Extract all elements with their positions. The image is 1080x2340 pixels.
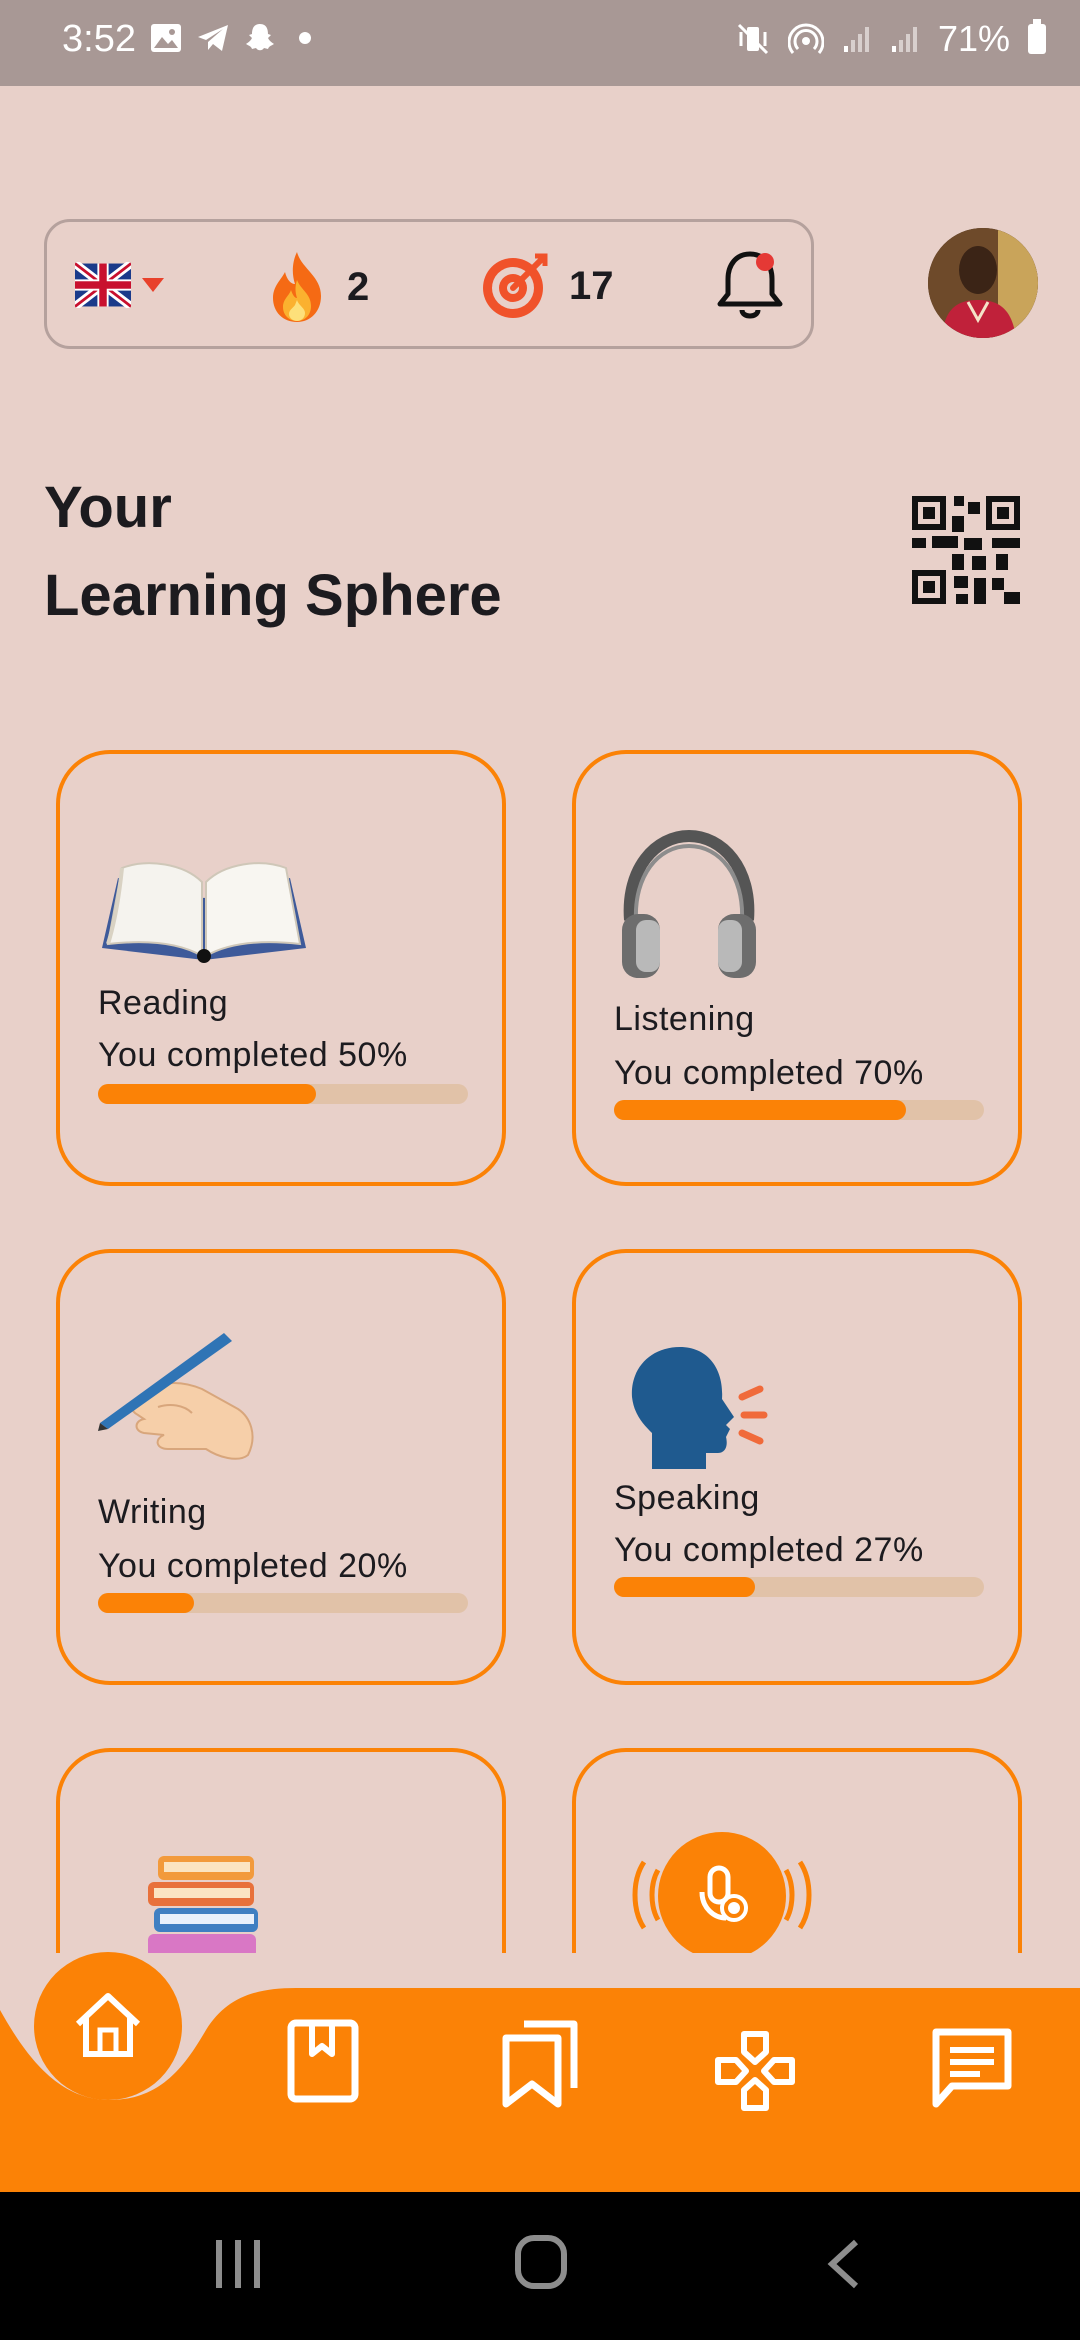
gallery-icon	[151, 24, 181, 52]
status-bar: 3:52 71%	[0, 0, 1080, 86]
vocabulary-card[interactable]	[56, 1748, 506, 1953]
target-icon	[483, 253, 548, 318]
notification-dot	[756, 253, 774, 271]
target-stat[interactable]: 17	[479, 250, 614, 322]
user-photo	[928, 228, 1038, 338]
card-title: Listening	[614, 1000, 755, 1038]
system-navigation-bar	[0, 2192, 1080, 2340]
progress-fill	[614, 1100, 907, 1120]
games-icon	[715, 2031, 795, 2111]
card-progress-text: You completed 20%	[98, 1547, 408, 1585]
chat-icon	[932, 2028, 1012, 2108]
system-home-icon[interactable]	[514, 2234, 568, 2290]
language-selector[interactable]	[75, 262, 165, 308]
home-icon	[75, 1993, 141, 2057]
telegram-icon	[198, 25, 228, 51]
fire-icon	[273, 252, 321, 322]
avatar[interactable]	[928, 228, 1038, 338]
book-icon	[287, 2019, 359, 2103]
card-title: Reading	[98, 984, 229, 1022]
progress-bar	[614, 1100, 984, 1120]
nav-games-button[interactable]	[714, 2030, 796, 2117]
reading-card[interactable]: Reading You completed 50%	[56, 750, 506, 1186]
qr-code-button[interactable]	[912, 496, 1020, 609]
stats-bar: 2 17	[44, 219, 814, 349]
progress-fill	[614, 1577, 755, 1597]
card-progress-text: You completed 70%	[614, 1054, 924, 1092]
back-icon[interactable]	[826, 2238, 860, 2290]
target-count: 17	[569, 263, 614, 308]
card-title: Writing	[98, 1493, 207, 1531]
uk-flag-icon	[75, 262, 131, 308]
battery-icon	[1028, 19, 1046, 54]
listening-card[interactable]: Listening You completed 70%	[572, 750, 1022, 1186]
speaking-head-icon	[631, 1347, 768, 1469]
bookmarks-icon	[502, 2020, 578, 2108]
progress-bar	[98, 1593, 468, 1613]
progress-fill	[98, 1084, 317, 1104]
open-book-icon	[102, 862, 306, 963]
card-progress-text: You completed 27%	[614, 1531, 924, 1569]
progress-bar	[614, 1577, 984, 1597]
pronunciation-card[interactable]	[572, 1748, 1022, 1953]
books-stack-icon	[148, 1856, 258, 1953]
streak-stat[interactable]: 2	[265, 250, 369, 324]
signal-icon	[843, 27, 869, 52]
card-title: Speaking	[614, 1479, 760, 1517]
chevron-down-icon	[142, 278, 164, 292]
qr-code-icon	[912, 496, 1020, 604]
progress-fill	[98, 1593, 195, 1613]
nav-chat-button[interactable]	[930, 2026, 1014, 2115]
page-title-line1: Your	[44, 475, 172, 540]
page-title: Your Learning Sphere	[44, 464, 644, 640]
streak-count: 2	[347, 264, 370, 309]
speaking-card[interactable]: Speaking You completed 27%	[572, 1249, 1022, 1685]
dot-icon	[299, 32, 311, 44]
bell-icon	[717, 251, 783, 319]
battery-percent: 71%	[937, 18, 1010, 59]
snapchat-icon	[246, 24, 274, 51]
nav-book-button[interactable]	[286, 2018, 360, 2109]
more-cards-viewport	[0, 1748, 1080, 1953]
voice-record-icon	[632, 1832, 812, 1953]
status-time: 3:52	[62, 18, 136, 60]
recent-apps-icon[interactable]	[214, 2238, 262, 2290]
hotspot-icon	[787, 23, 824, 54]
writing-card[interactable]: Writing You completed 20%	[56, 1249, 506, 1685]
nav-bookmarks-button[interactable]	[500, 2018, 580, 2113]
card-progress-text: You completed 50%	[98, 1036, 408, 1074]
page-title-line2: Learning Sphere	[44, 563, 502, 628]
headphones-icon	[622, 829, 756, 978]
progress-bar	[98, 1084, 468, 1104]
signal-icon	[891, 27, 917, 52]
mute-vibrate-icon	[737, 23, 768, 55]
writing-hand-icon	[98, 1333, 254, 1460]
nav-home-button[interactable]	[34, 1952, 182, 2100]
notifications-button[interactable]	[715, 246, 785, 329]
